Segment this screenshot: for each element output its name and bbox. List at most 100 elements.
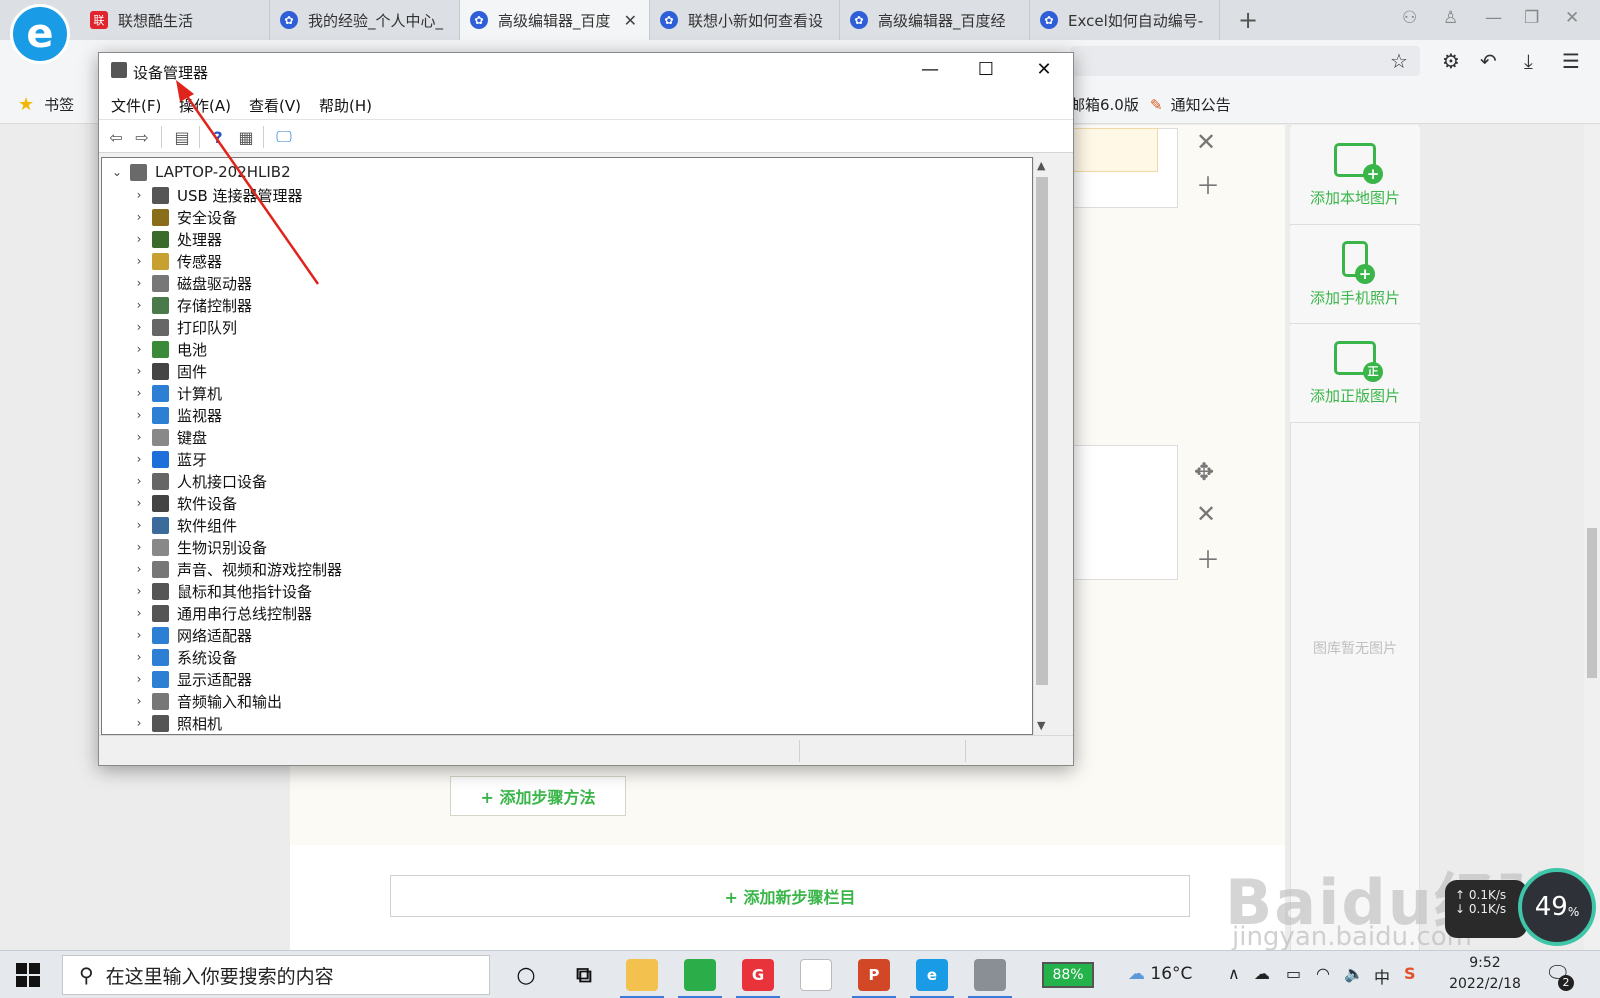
tree-item[interactable]: › 鼠标和其他指针设备 [132, 580, 312, 602]
add-licensed-image-button[interactable]: 正 添加正版图片 [1290, 325, 1420, 423]
cortana-icon[interactable]: ○ [510, 959, 542, 991]
dm-close-button[interactable]: ✕ [1021, 59, 1067, 80]
chevron-right-icon[interactable]: › [132, 474, 146, 488]
add-new-step-section-button[interactable]: + 添加新步骤栏目 [390, 875, 1190, 917]
tab-advanced-editor-2[interactable]: ✿ 高级编辑器_百度经 [840, 0, 1030, 40]
delete-step-icon[interactable]: ✕ [1196, 500, 1216, 528]
move-step-icon[interactable]: ✥ [1194, 458, 1214, 486]
dm-scrollbar-thumb[interactable] [1036, 177, 1048, 685]
tree-item[interactable]: › 人机接口设备 [132, 470, 267, 492]
weather-widget[interactable]: ☁ 16°C [1128, 964, 1192, 984]
incognito-icon[interactable]: ⚇ [1402, 8, 1417, 28]
chevron-right-icon[interactable]: › [132, 606, 146, 620]
menu-icon[interactable]: ☰ [1562, 49, 1580, 73]
chevron-right-icon[interactable]: › [132, 276, 146, 290]
close-tab-icon[interactable]: ✕ [624, 11, 637, 30]
tree-item[interactable]: › 打印队列 [132, 316, 237, 338]
bookmarks-button[interactable]: ★ 书签 [18, 94, 74, 115]
tab-lenovo[interactable]: 联 联想酷生活 [80, 0, 270, 40]
add-local-image-button[interactable]: + 添加本地图片 [1290, 127, 1420, 225]
task-view-icon[interactable]: ⧉ [568, 959, 600, 991]
delete-step-icon[interactable]: ✕ [1196, 128, 1216, 156]
battery-tray-icon[interactable]: ▭ [1286, 964, 1301, 983]
tray-expand-icon[interactable]: ∧ [1228, 964, 1240, 983]
tree-item[interactable]: › 通用串行总线控制器 [132, 602, 312, 624]
file-explorer-icon[interactable] [620, 959, 664, 998]
chevron-right-icon[interactable]: › [132, 628, 146, 642]
chevron-right-icon[interactable]: › [132, 408, 146, 422]
wechat-icon[interactable] [678, 959, 722, 998]
chevron-right-icon[interactable]: › [132, 672, 146, 686]
dm-maximize-button[interactable]: ☐ [963, 59, 1009, 80]
chevron-right-icon[interactable]: › [132, 342, 146, 356]
favorite-star-icon[interactable]: ☆ [1390, 49, 1408, 73]
chevron-right-icon[interactable]: › [132, 496, 146, 510]
dm-minimize-button[interactable]: — [907, 59, 953, 80]
tab-advanced-editor-active[interactable]: ✿ 高级编辑器_百度 ✕ [460, 0, 650, 40]
add-step-icon[interactable]: ＋ [1196, 540, 1220, 575]
chevron-right-icon[interactable]: › [132, 716, 146, 730]
ime-indicator[interactable]: 中 [1374, 964, 1390, 988]
tree-item[interactable]: › 计算机 [132, 382, 222, 404]
browser-restore-icon[interactable]: ❐ [1524, 8, 1539, 28]
chevron-right-icon[interactable]: › [132, 210, 146, 224]
chevron-right-icon[interactable]: › [132, 540, 146, 554]
chevron-right-icon[interactable]: › [132, 188, 146, 202]
sogou-input-icon[interactable]: S [1404, 964, 1416, 983]
tree-item[interactable]: › 存储控制器 [132, 294, 252, 316]
chevron-right-icon[interactable]: › [132, 694, 146, 708]
tree-item[interactable]: › 电池 [132, 338, 207, 360]
skin-icon[interactable]: ♙ [1443, 8, 1458, 28]
tree-item[interactable]: › 软件设备 [132, 492, 237, 514]
tree-item[interactable]: › 键盘 [132, 426, 207, 448]
forward-arrow-icon[interactable]: ⇨ [131, 126, 153, 148]
add-step-icon[interactable]: ＋ [1196, 166, 1220, 201]
chevron-right-icon[interactable]: › [132, 386, 146, 400]
chevron-right-icon[interactable]: › [132, 298, 146, 312]
new-tab-button[interactable]: + [1238, 6, 1258, 34]
add-phone-photo-button[interactable]: + 添加手机照片 [1290, 226, 1420, 324]
bookmark-mail[interactable]: 邮箱6.0版 [1070, 94, 1139, 115]
battery-indicator[interactable]: 88% [1042, 962, 1094, 988]
tree-item[interactable]: › 固件 [132, 360, 207, 382]
extensions-icon[interactable]: ⚙ [1442, 49, 1460, 73]
powerpoint-icon[interactable]: P [852, 959, 896, 998]
tab-excel[interactable]: ✿ Excel如何自动编号- [1030, 0, 1220, 40]
tree-item[interactable]: › 照相机 [132, 712, 222, 734]
chevron-right-icon[interactable]: › [132, 584, 146, 598]
page-scrollbar-thumb[interactable] [1587, 528, 1597, 678]
chevron-right-icon[interactable]: › [132, 518, 146, 532]
chevron-right-icon[interactable]: › [132, 650, 146, 664]
chevron-right-icon[interactable]: › [132, 254, 146, 268]
browser-minimize-icon[interactable]: — [1485, 8, 1502, 28]
tree-item[interactable]: › 显示适配器 [132, 668, 252, 690]
back-arrow-icon[interactable]: ⇦ [105, 126, 127, 148]
wifi-icon[interactable]: ◠ [1316, 964, 1330, 983]
memory-usage-gauge[interactable]: 49% [1518, 868, 1596, 946]
tree-item[interactable]: › 监视器 [132, 404, 222, 426]
chevron-down-icon[interactable]: ⌄ [110, 165, 124, 179]
browser-logo-icon[interactable]: e [10, 4, 70, 64]
tree-item[interactable]: › 音频输入和输出 [132, 690, 282, 712]
tab-lenovo-howto[interactable]: ✿ 联想小新如何查看设 [650, 0, 840, 40]
menu-file[interactable]: 文件(F) [111, 95, 161, 116]
volume-icon[interactable]: 🔈 [1344, 964, 1364, 983]
browser-icon[interactable]: e [910, 959, 954, 998]
taskbar-clock[interactable]: 9:52 2022/2/18 [1442, 953, 1528, 995]
tree-item[interactable]: › 系统设备 [132, 646, 237, 668]
tree-item[interactable]: › 网络适配器 [132, 624, 252, 646]
chevron-right-icon[interactable]: › [132, 232, 146, 246]
taskbar-search-box[interactable]: ⚲ 在这里输入你要搜索的内容 [62, 955, 490, 995]
scroll-up-icon[interactable]: ▲ [1037, 159, 1045, 172]
app-red-icon[interactable]: G [736, 959, 780, 998]
tree-item[interactable]: › 蓝牙 [132, 448, 207, 470]
tree-item[interactable]: › 生物识别设备 [132, 536, 267, 558]
tab-my-experience[interactable]: ✿ 我的经验_个人中心_ [270, 0, 460, 40]
bookmark-notice[interactable]: ✎ 通知公告 [1150, 94, 1231, 115]
chevron-right-icon[interactable]: › [132, 562, 146, 576]
undo-icon[interactable]: ↶ [1480, 49, 1497, 73]
device-manager-icon[interactable] [968, 959, 1012, 998]
onedrive-icon[interactable]: ☁ [1254, 964, 1270, 983]
chevron-right-icon[interactable]: › [132, 430, 146, 444]
scroll-down-icon[interactable]: ▼ [1037, 719, 1045, 732]
